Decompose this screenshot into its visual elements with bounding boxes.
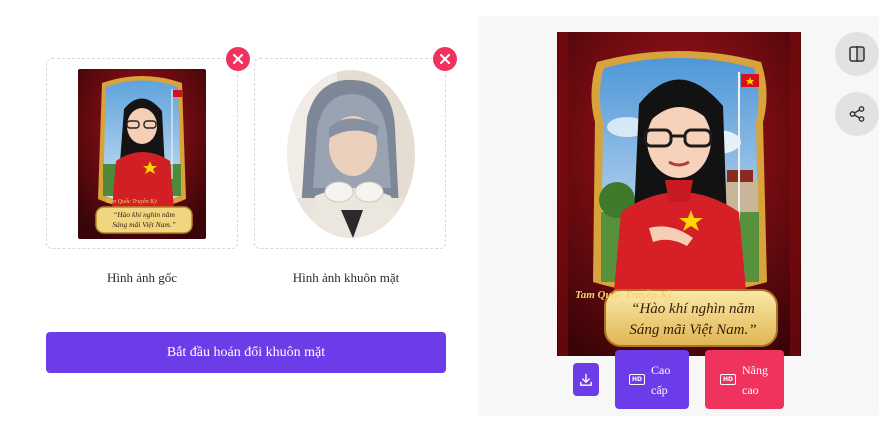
start-face-swap-button[interactable]: Bắt đầu hoán đổi khuôn mặt: [46, 332, 446, 373]
hd-premium-label-line2: cấp: [651, 382, 668, 397]
svg-text:“Hào khí nghìn năm: “Hào khí nghìn năm: [631, 301, 755, 317]
svg-text:Sáng mãi Việt Nam.”: Sáng mãi Việt Nam.”: [112, 220, 176, 229]
compare-button[interactable]: [835, 32, 879, 76]
hd-premium-button[interactable]: HD Cao cấp: [615, 350, 689, 409]
remove-face-button[interactable]: [433, 47, 457, 71]
compare-icon: [849, 46, 865, 62]
share-button[interactable]: [835, 92, 879, 136]
svg-text:Tam Quốc Truyền Kỳ: Tam Quốc Truyền Kỳ: [575, 289, 672, 301]
close-icon: [233, 54, 243, 64]
result-image: “Hào khí nghìn năm Sáng mãi Việt Nam.” T…: [557, 32, 801, 356]
hd-advanced-label-line2: cao: [742, 382, 759, 397]
hd-advanced-button[interactable]: HD Nâng cao: [705, 350, 784, 409]
hd-icon: HD: [629, 374, 645, 385]
hd-premium-label: Cao cấp: [651, 360, 670, 400]
original-image-thumbnail: “Hào khí nghìn năm Sáng mãi Việt Nam.” T…: [78, 69, 206, 239]
svg-text:Sáng mãi Việt Nam.”: Sáng mãi Việt Nam.”: [629, 322, 756, 338]
original-image-label: Hình ảnh gốc: [106, 270, 178, 285]
hd-icon: HD: [720, 374, 736, 385]
download-button[interactable]: [573, 363, 599, 396]
share-icon: [849, 106, 865, 122]
face-image-thumbnail: [287, 70, 415, 238]
svg-text:Tam Quốc Truyền Kỳ: Tam Quốc Truyền Kỳ: [106, 198, 157, 205]
close-icon: [440, 54, 450, 64]
hd-advanced-label: Nâng cao: [742, 360, 768, 400]
face-image-label: Hình ảnh khuôn mặt: [292, 270, 400, 285]
svg-text:“Hào khí nghìn năm: “Hào khí nghìn năm: [113, 210, 175, 219]
hd-premium-label-line1: Cao: [651, 362, 671, 377]
remove-original-button[interactable]: [226, 47, 250, 71]
hd-advanced-label-line1: Nâng: [742, 362, 768, 377]
download-icon: [580, 373, 592, 386]
